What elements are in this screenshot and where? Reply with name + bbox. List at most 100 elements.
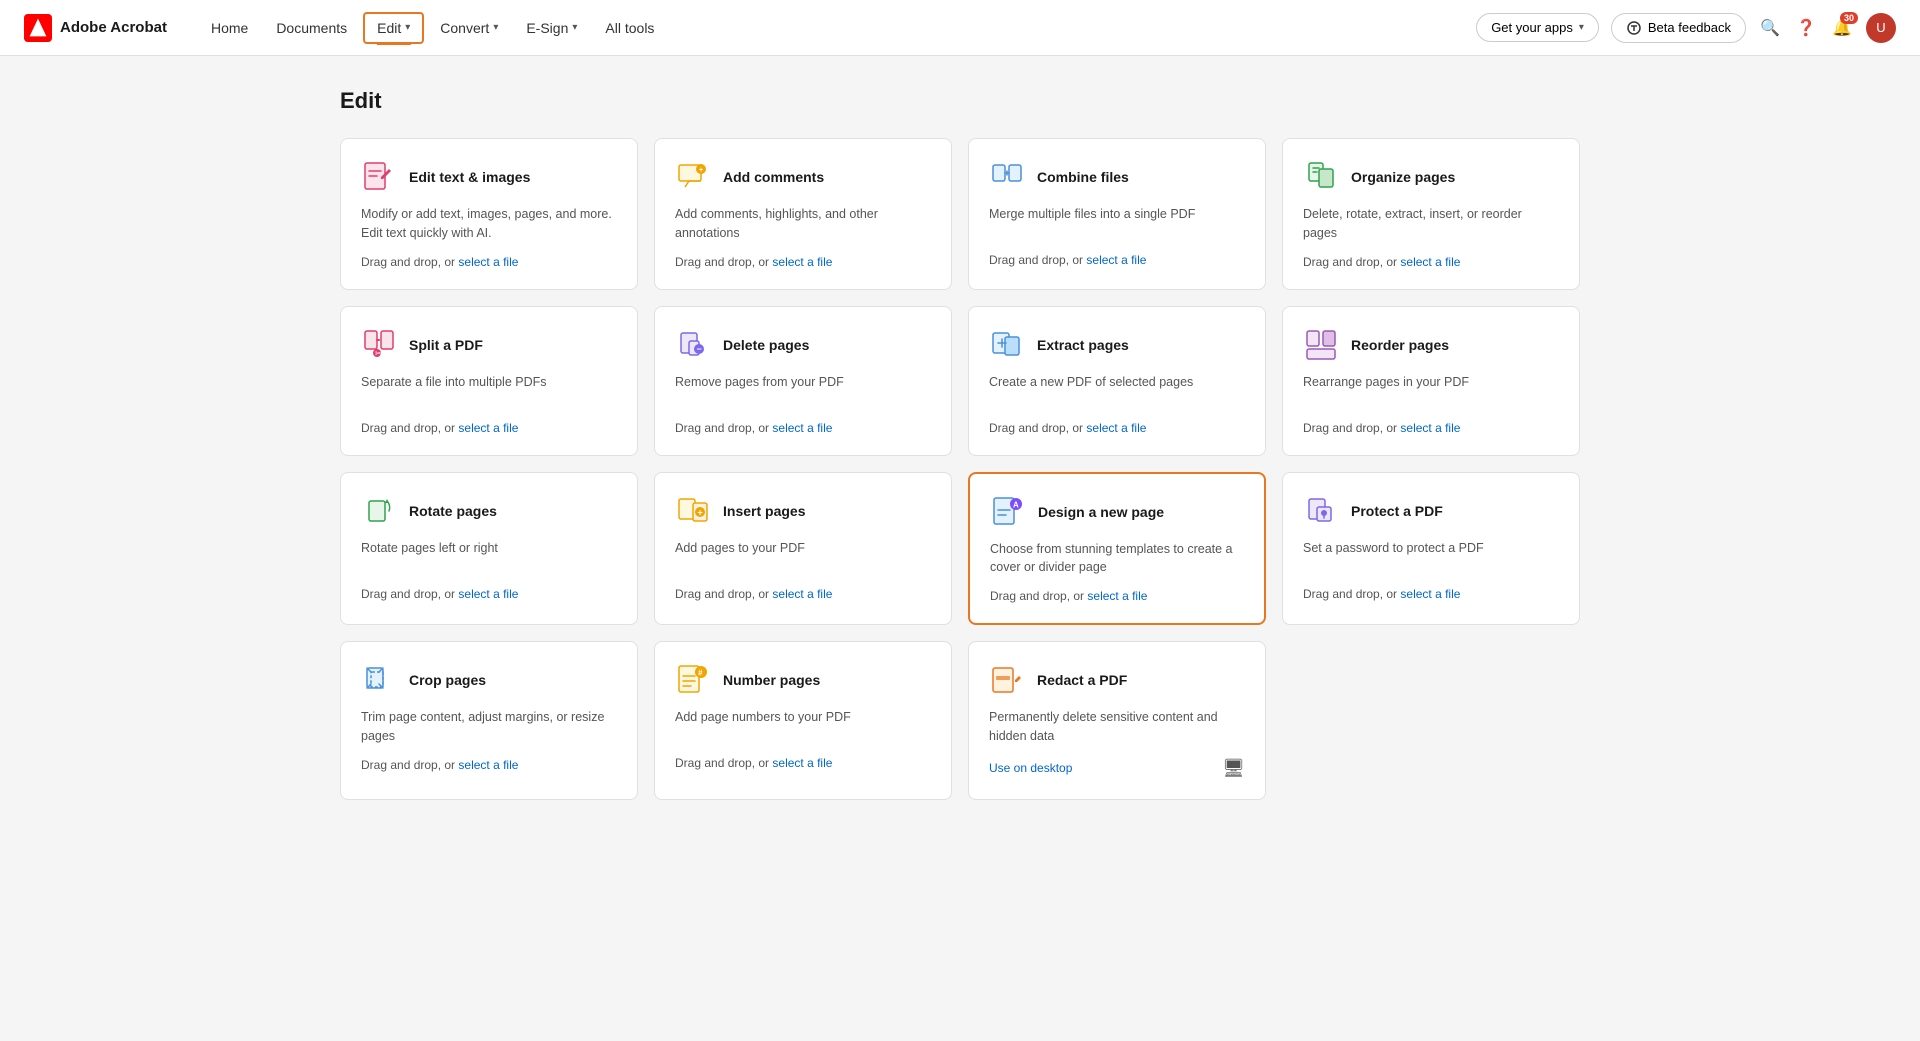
nav-item-e-sign[interactable]: E-Sign▾ [514, 14, 589, 42]
protect-icon [1303, 493, 1339, 529]
tool-name: Extract pages [1037, 337, 1129, 353]
tool-name: Number pages [723, 672, 820, 688]
beta-feedback-button[interactable]: Beta feedback [1611, 13, 1746, 43]
select-file-link[interactable]: select a file [772, 587, 832, 601]
svg-text:A: A [1013, 500, 1019, 509]
tool-card-combine-files[interactable]: Combine filesMerge multiple files into a… [968, 138, 1266, 290]
nav-item-home[interactable]: Home [199, 14, 260, 42]
beta-label: Beta feedback [1648, 20, 1731, 35]
nav-label: Edit [377, 20, 401, 36]
select-file-link[interactable]: select a file [458, 421, 518, 435]
help-button[interactable]: ❓ [1794, 16, 1818, 40]
nav-label: All tools [605, 20, 654, 36]
split-icon: ✂ [361, 327, 397, 363]
tool-name: Rotate pages [409, 503, 497, 519]
nav-label: E-Sign [526, 20, 568, 36]
nav-chevron-icon: ▾ [405, 22, 410, 33]
tool-card-insert-pages[interactable]: +Insert pagesAdd pages to your PDFDrag a… [654, 472, 952, 626]
logo-area[interactable]: Adobe Acrobat [24, 14, 167, 42]
tool-description: Separate a file into multiple PDFs [361, 373, 617, 409]
tool-card-header: Protect a PDF [1303, 493, 1559, 529]
tool-card-add-comments[interactable]: +Add commentsAdd comments, highlights, a… [654, 138, 952, 290]
tool-description: Trim page content, adjust margins, or re… [361, 708, 617, 746]
tool-card-header: −Delete pages [675, 327, 931, 363]
select-file-link[interactable]: select a file [1400, 255, 1460, 269]
svg-text:+: + [699, 167, 703, 174]
tool-drag-drop: Drag and drop, or select a file [675, 587, 931, 601]
tool-footer: Use on desktop🖥 [989, 758, 1245, 779]
nav-item-all-tools[interactable]: All tools [593, 14, 666, 42]
tool-name: Protect a PDF [1351, 503, 1443, 519]
tool-card-redact-pdf[interactable]: Redact a PDF Permanently delete sensitive… [968, 641, 1266, 800]
select-file-link[interactable]: select a file [1400, 421, 1460, 435]
tool-card-header: Reorder pages [1303, 327, 1559, 363]
delete-pages-icon: − [675, 327, 711, 363]
tool-card-header: Combine files [989, 159, 1245, 195]
tool-drag-drop: Drag and drop, or select a file [990, 589, 1244, 603]
notifications-button[interactable]: 🔔 30 [1830, 16, 1854, 40]
design-icon: A [990, 494, 1026, 530]
search-button[interactable]: 🔍 [1758, 16, 1782, 40]
tool-card-number-pages[interactable]: #Number pagesAdd page numbers to your PD… [654, 641, 952, 800]
svg-text:+: + [698, 507, 703, 517]
select-file-link[interactable]: select a file [1086, 421, 1146, 435]
organize-icon [1303, 159, 1339, 195]
tool-drag-drop: Drag and drop, or select a file [675, 756, 931, 770]
tool-card-header: Extract pages [989, 327, 1245, 363]
tool-drag-drop: Drag and drop, or select a file [675, 255, 931, 269]
tool-card-header: Rotate pages [361, 493, 617, 529]
tool-card-split-pdf[interactable]: ✂Split a PDF Separate a file into multipl… [340, 306, 638, 456]
tool-description: Remove pages from your PDF [675, 373, 931, 409]
user-avatar[interactable]: U [1866, 13, 1896, 43]
tool-card-crop-pages[interactable]: Crop pages Trim page content, adjust marg… [340, 641, 638, 800]
header-right: Get your apps ▾ Beta feedback 🔍 ❓ 🔔 30 U [1476, 13, 1896, 43]
get-apps-button[interactable]: Get your apps ▾ [1476, 13, 1599, 42]
tool-card-header: + Add comments [675, 159, 931, 195]
tool-card-edit-text-images[interactable]: Edit text & imagesModify or add text, im… [340, 138, 638, 290]
tool-card-organize-pages[interactable]: Organize pagesDelete, rotate, extract, i… [1282, 138, 1580, 290]
select-file-link[interactable]: select a file [1087, 589, 1147, 603]
tool-card-extract-pages[interactable]: Extract pagesCreate a new PDF of selecte… [968, 306, 1266, 456]
tool-name: Redact a PDF [1037, 672, 1127, 688]
tool-name: Organize pages [1351, 169, 1455, 185]
select-file-link[interactable]: select a file [772, 255, 832, 269]
main-nav: HomeDocumentsEdit▾Convert▾E-Sign▾All too… [199, 12, 1476, 44]
svg-text:#: # [698, 669, 703, 678]
tool-name: Design a new page [1038, 504, 1164, 520]
tool-name: Add comments [723, 169, 824, 185]
tool-name: Crop pages [409, 672, 486, 688]
tool-card-header: A Design a new page [990, 494, 1244, 530]
select-file-link[interactable]: select a file [458, 587, 518, 601]
use-on-desktop-link[interactable]: Use on desktop [989, 761, 1072, 775]
reorder-icon [1303, 327, 1339, 363]
tool-drag-drop: Drag and drop, or select a file [361, 421, 617, 435]
select-file-link[interactable]: select a file [772, 756, 832, 770]
tool-description: Rearrange pages in your PDF [1303, 373, 1559, 409]
tool-card-design-new-page[interactable]: ADesign a new pageChoose from stunning t… [968, 472, 1266, 626]
tool-card-protect-pdf[interactable]: Protect a PDFSet a password to protect a… [1282, 472, 1580, 626]
select-file-link[interactable]: select a file [458, 255, 518, 269]
flask-icon [1626, 20, 1642, 36]
tool-name: Delete pages [723, 337, 809, 353]
tool-card-reorder-pages[interactable]: Reorder pages Rearrange pages in your PDF… [1282, 306, 1580, 456]
tool-card-header: # Number pages [675, 662, 931, 698]
tool-name: Reorder pages [1351, 337, 1449, 353]
tool-description: Permanently delete sensitive content and… [989, 708, 1245, 746]
svg-text:✂: ✂ [375, 349, 382, 358]
select-file-link[interactable]: select a file [1086, 253, 1146, 267]
select-file-link[interactable]: select a file [772, 421, 832, 435]
tool-card-rotate-pages[interactable]: Rotate pagesRotate pages left or rightDr… [340, 472, 638, 626]
redact-icon [989, 662, 1025, 698]
tool-card-header: Redact a PDF [989, 662, 1245, 698]
tool-card-header: ✂Split a PDF [361, 327, 617, 363]
tool-drag-drop: Drag and drop, or select a file [675, 421, 931, 435]
nav-label: Documents [276, 20, 347, 36]
select-file-link[interactable]: select a file [458, 758, 518, 772]
number-icon: # [675, 662, 711, 698]
nav-item-edit[interactable]: Edit ▾ [363, 12, 424, 44]
select-file-link[interactable]: select a file [1400, 587, 1460, 601]
nav-chevron-icon: ▾ [493, 22, 498, 33]
nav-item-convert[interactable]: Convert▾ [428, 14, 510, 42]
tool-card-delete-pages[interactable]: −Delete pages Remove pages from your PDF D… [654, 306, 952, 456]
nav-item-documents[interactable]: Documents [264, 14, 359, 42]
